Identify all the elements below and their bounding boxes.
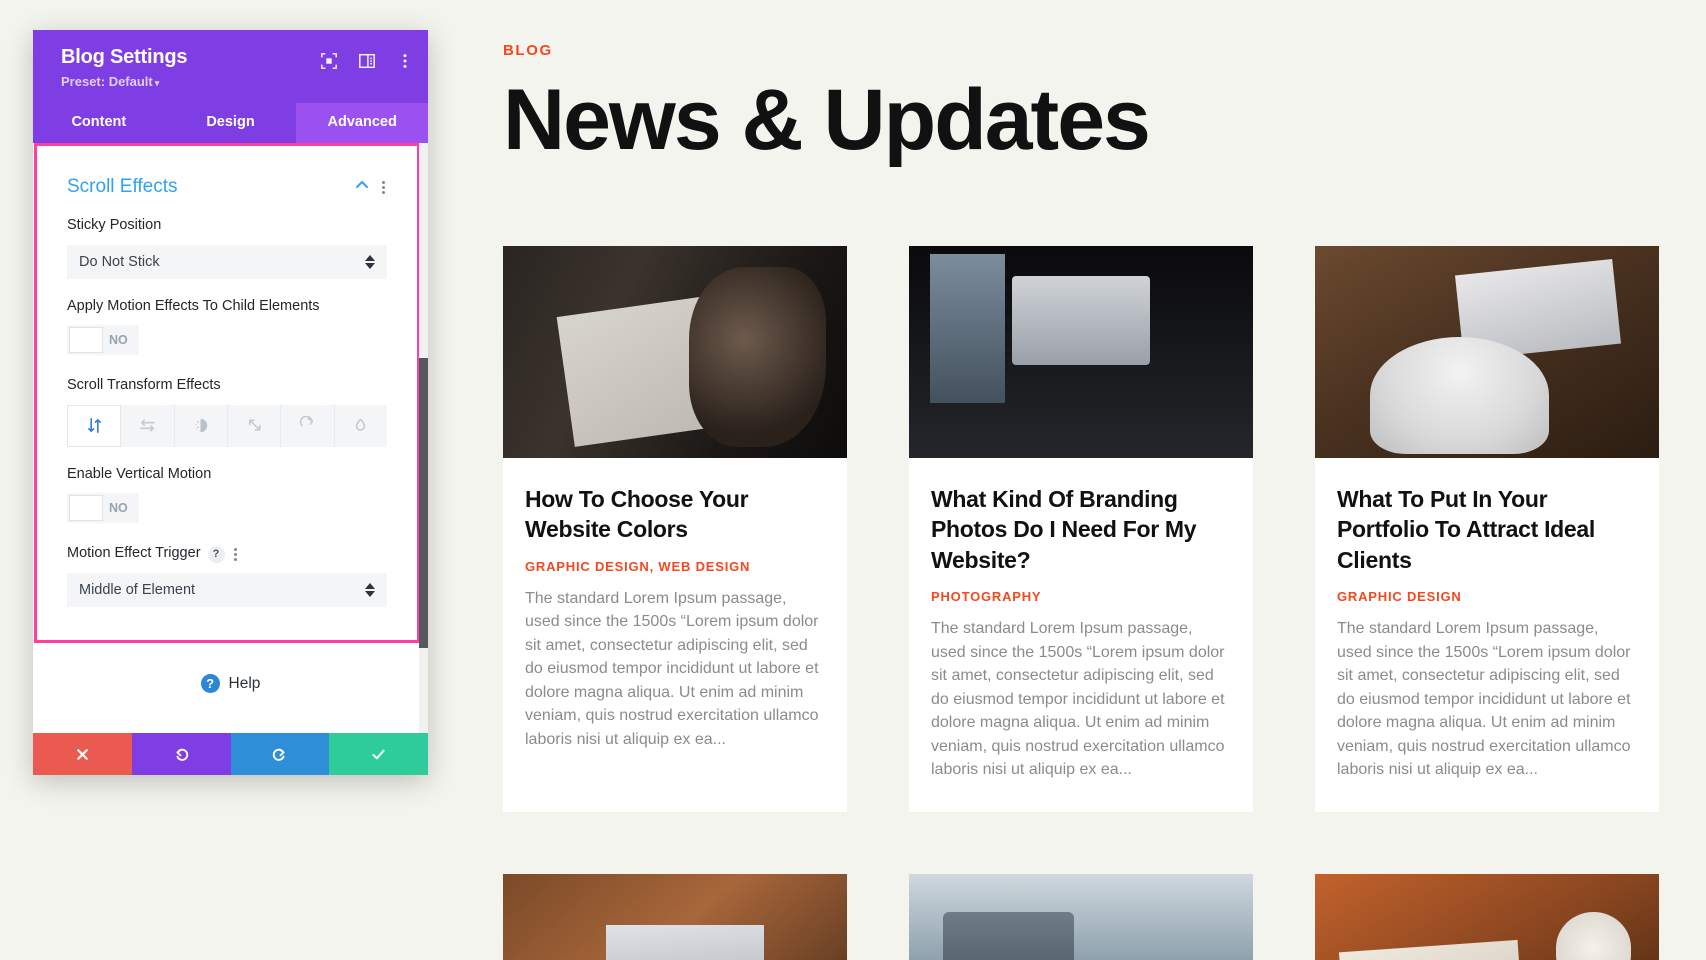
rotating-button[interactable] bbox=[281, 404, 335, 447]
save-changes-button[interactable] bbox=[329, 733, 428, 775]
post-excerpt: The standard Lorem Ipsum passage, used s… bbox=[931, 620, 1225, 779]
blur-icon bbox=[355, 418, 366, 431]
blog-post-card[interactable] bbox=[1315, 873, 1659, 960]
section-title-scroll-effects[interactable]: Scroll Effects bbox=[67, 176, 178, 198]
horizontal-motion-icon bbox=[140, 419, 155, 432]
field-sticky-position: Sticky Position Do Not Stick bbox=[67, 216, 387, 279]
vertical-motion-icon bbox=[87, 418, 101, 434]
redo-button[interactable] bbox=[230, 733, 330, 775]
post-title[interactable]: What To Put In Your Portfolio To Attract… bbox=[1337, 484, 1637, 575]
help-question-icon: ? bbox=[200, 674, 220, 693]
apply-motion-child-label: Apply Motion Effects To Child Elements bbox=[67, 297, 320, 314]
scrollbar-thumb[interactable] bbox=[419, 358, 428, 648]
preset-label: Preset: Default bbox=[61, 74, 153, 89]
help-bar: ? Help bbox=[33, 648, 428, 717]
vertical-motion-button[interactable] bbox=[67, 404, 122, 447]
post-excerpt: The standard Lorem Ipsum passage, used s… bbox=[525, 589, 819, 748]
post-excerpt: The standard Lorem Ipsum passage, used s… bbox=[1337, 620, 1631, 779]
motion-effect-trigger-select[interactable]: Middle of Element bbox=[67, 572, 387, 607]
post-thumbnail[interactable] bbox=[909, 873, 1253, 960]
panel-scrollbar[interactable] bbox=[419, 143, 428, 733]
scroll-transform-effects-label: Scroll Transform Effects bbox=[67, 377, 221, 394]
horizontal-motion-button[interactable] bbox=[121, 404, 175, 447]
toggle-knob bbox=[69, 495, 103, 522]
motion-effect-trigger-value: Middle of Element bbox=[79, 581, 196, 598]
post-title[interactable]: How To Choose Your Website Colors bbox=[525, 484, 825, 545]
panel-header: Blog Settings Preset: Default ▾ bbox=[33, 30, 428, 103]
close-x-icon bbox=[77, 748, 88, 760]
select-spinner-icon bbox=[365, 582, 375, 597]
tab-design[interactable]: Design bbox=[165, 103, 297, 143]
more-options-icon[interactable] bbox=[396, 52, 414, 70]
rotating-icon bbox=[299, 416, 313, 427]
redo-arrow-icon bbox=[273, 748, 285, 761]
blog-post-card[interactable]: What Kind Of Branding Photos Do I Need F… bbox=[909, 246, 1253, 812]
checkmark-icon bbox=[372, 749, 385, 759]
scroll-effects-highlight: Scroll Effects Sticky Position Do Not St… bbox=[34, 143, 420, 643]
blog-post-card[interactable]: What To Put In Your Portfolio To Attract… bbox=[1315, 246, 1659, 812]
field-apply-motion-child: Apply Motion Effects To Child Elements N… bbox=[67, 297, 387, 359]
select-spinner-icon bbox=[365, 254, 375, 269]
post-thumbnail[interactable] bbox=[909, 246, 1253, 458]
chevron-down-icon: ▾ bbox=[154, 78, 160, 88]
post-thumbnail[interactable] bbox=[503, 873, 847, 960]
chevron-up-icon[interactable] bbox=[354, 177, 370, 198]
sticky-position-label: Sticky Position bbox=[67, 217, 162, 233]
panel-scroll-area: Scroll Effects Sticky Position Do Not St… bbox=[33, 143, 428, 733]
question-mark-icon[interactable]: ? bbox=[207, 545, 225, 563]
post-categories[interactable]: GRAPHIC DESIGN, WEB DESIGN bbox=[525, 559, 825, 574]
toggle-knob bbox=[69, 327, 103, 354]
apply-motion-child-toggle[interactable]: NO bbox=[67, 325, 139, 356]
tab-advanced[interactable]: Advanced bbox=[296, 103, 429, 143]
blog-settings-panel: Blog Settings Preset: Default ▾ Content … bbox=[33, 30, 429, 775]
panel-tabs: Content Design Advanced bbox=[33, 103, 429, 143]
sticky-position-value: Do Not Stick bbox=[79, 253, 160, 270]
undo-arrow-icon bbox=[176, 748, 188, 761]
fade-in-out-button[interactable] bbox=[174, 404, 228, 447]
page-title: News & Updates bbox=[503, 72, 1151, 168]
enable-vertical-motion-toggle[interactable]: NO bbox=[67, 493, 139, 524]
blog-post-card[interactable]: How To Choose Your Website Colors GRAPHI… bbox=[503, 246, 847, 812]
undo-button[interactable] bbox=[131, 733, 231, 775]
discard-changes-button[interactable] bbox=[33, 733, 132, 775]
help-link[interactable]: ? Help bbox=[200, 674, 261, 693]
blog-page-header: BLOG News & Updates bbox=[503, 42, 1151, 168]
scaling-up-down-icon bbox=[248, 419, 261, 431]
post-categories[interactable]: PHOTOGRAPHY bbox=[931, 589, 1231, 604]
motion-effect-trigger-label: Motion Effect Trigger bbox=[67, 545, 201, 562]
blog-eyebrow: BLOG bbox=[503, 42, 553, 59]
more-options-icon[interactable] bbox=[232, 546, 239, 563]
scroll-transform-effects-buttons bbox=[67, 404, 387, 447]
tab-content[interactable]: Content bbox=[33, 103, 165, 143]
post-thumbnail[interactable] bbox=[1315, 873, 1659, 960]
scroll-effects-section: Scroll Effects Sticky Position Do Not St… bbox=[37, 146, 417, 607]
enable-vertical-motion-label: Enable Vertical Motion bbox=[67, 465, 212, 482]
blog-posts-grid: How To Choose Your Website Colors GRAPHI… bbox=[503, 246, 1663, 960]
scaling-up-down-button[interactable] bbox=[227, 404, 282, 447]
post-title[interactable]: What Kind Of Branding Photos Do I Need F… bbox=[931, 484, 1231, 575]
post-thumbnail[interactable] bbox=[503, 246, 847, 458]
blog-post-card[interactable] bbox=[909, 873, 1253, 960]
post-categories[interactable]: GRAPHIC DESIGN bbox=[1337, 589, 1637, 604]
field-scroll-transform-effects: Scroll Transform Effects bbox=[67, 376, 387, 447]
sticky-position-select[interactable]: Do Not Stick bbox=[67, 244, 387, 279]
expand-icon[interactable] bbox=[320, 52, 338, 70]
help-label: Help bbox=[228, 674, 261, 692]
preset-selector[interactable]: Preset: Default ▾ bbox=[61, 74, 410, 89]
blur-button[interactable] bbox=[334, 404, 387, 447]
fade-in-out-icon bbox=[195, 419, 208, 433]
section-options-icon[interactable] bbox=[380, 179, 387, 196]
layout-toggle-icon[interactable] bbox=[358, 52, 376, 70]
enable-vertical-motion-value: NO bbox=[109, 501, 128, 516]
apply-motion-child-value: NO bbox=[109, 333, 128, 348]
field-enable-vertical-motion: Enable Vertical Motion NO bbox=[67, 465, 387, 527]
post-thumbnail[interactable] bbox=[1315, 246, 1659, 458]
blog-post-card[interactable] bbox=[503, 873, 847, 960]
panel-footer bbox=[33, 733, 428, 775]
field-motion-effect-trigger: Motion Effect Trigger ? Middle of Elemen… bbox=[67, 544, 387, 607]
